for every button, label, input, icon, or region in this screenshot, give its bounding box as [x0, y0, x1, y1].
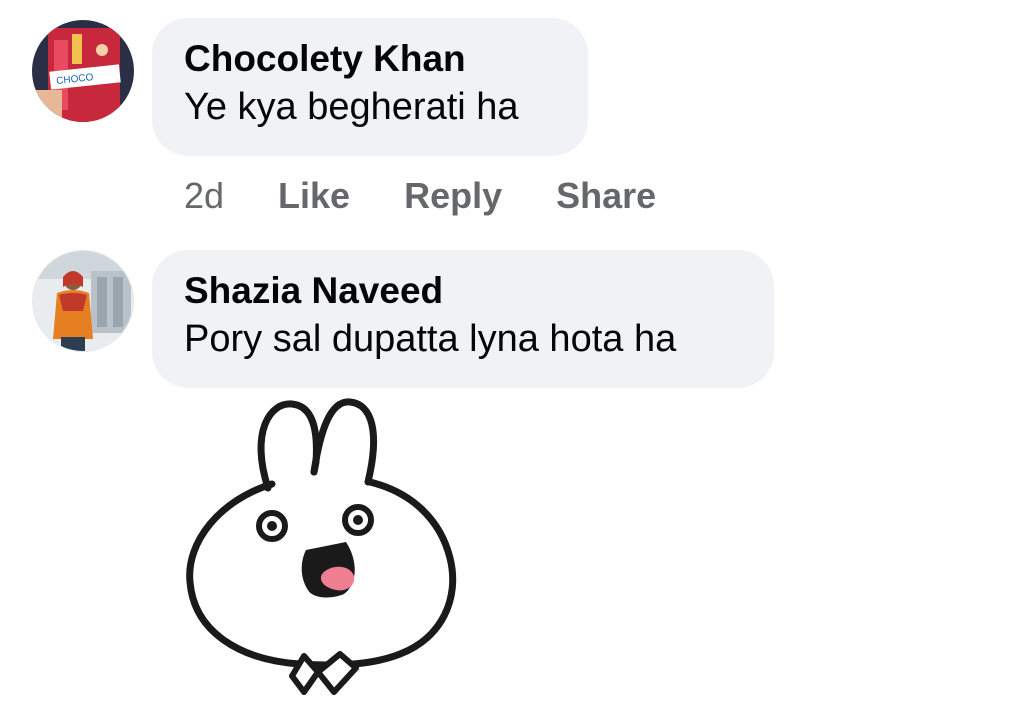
comment-bubble: Shazia Naveed Pory sal dupatta lyna hota… — [152, 250, 774, 388]
comment-text: Ye kya begherati ha — [184, 86, 519, 128]
comment-bubble: Chocolety Khan Ye kya begherati ha — [152, 18, 588, 156]
share-button[interactable]: Share — [556, 175, 656, 217]
comment-actions: 2d Like Reply Share — [184, 172, 710, 220]
bunny-sticker — [180, 392, 470, 706]
like-button[interactable]: Like — [278, 175, 350, 217]
comment-author[interactable]: Chocolety Khan — [184, 36, 556, 82]
reply-button[interactable]: Reply — [404, 175, 502, 217]
comment-author[interactable]: Shazia Naveed — [184, 268, 742, 314]
avatar[interactable]: CHOCO — [32, 20, 134, 122]
avatar[interactable] — [32, 250, 134, 352]
comment-timestamp[interactable]: 2d — [184, 175, 224, 217]
comment-text: Pory sal dupatta lyna hota ha — [184, 318, 677, 360]
